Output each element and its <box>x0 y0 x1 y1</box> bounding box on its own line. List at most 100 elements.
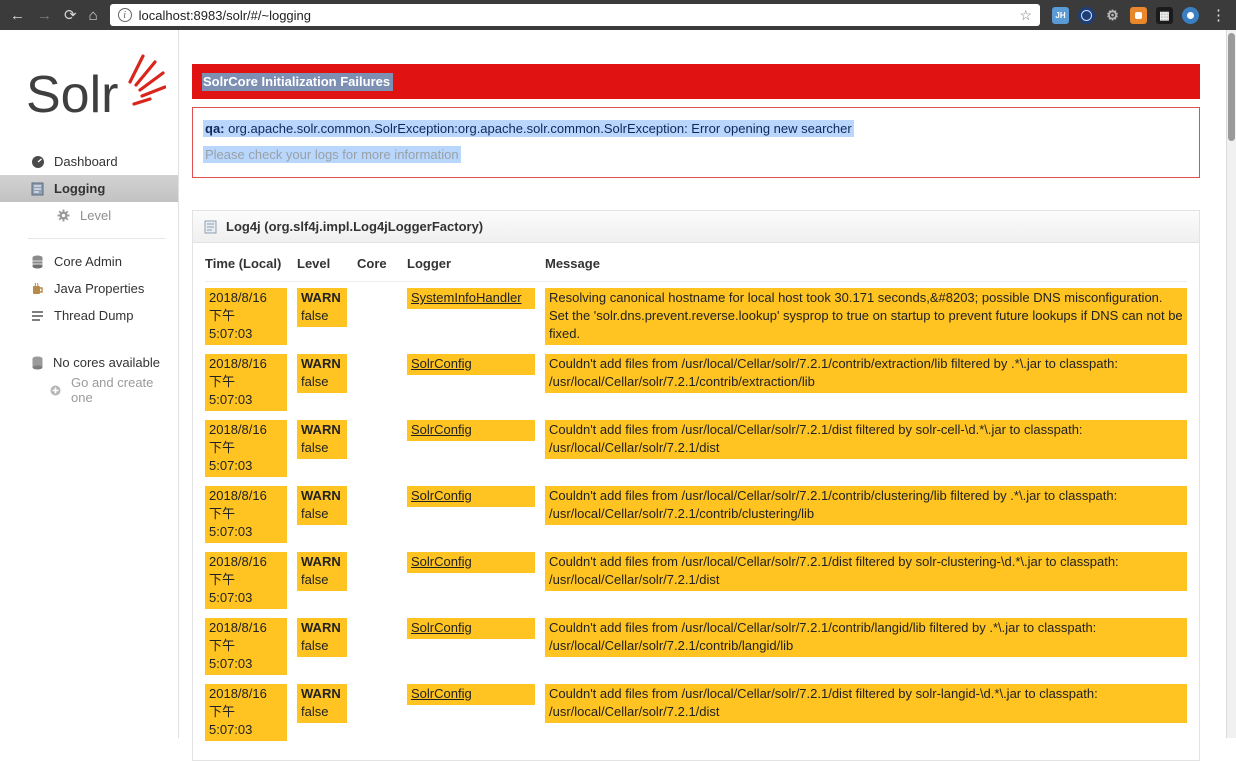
core-name: qa: <box>205 121 225 136</box>
url-text[interactable]: localhost:8983/solr/#/~logging <box>139 8 311 23</box>
log-row: 2018/8/16下午5:07:03 WARNfalse SystemInfoH… <box>205 288 1187 345</box>
log-message: Couldn't add files from /usr/local/Cella… <box>545 354 1187 393</box>
solr-logo-rays <box>130 56 165 104</box>
log-core <box>357 486 397 543</box>
log-core <box>357 684 397 741</box>
log-row: 2018/8/16下午5:07:03 WARNfalse SolrConfig … <box>205 684 1187 741</box>
logging-panel: Log4j (org.slf4j.impl.Log4jLoggerFactory… <box>192 210 1200 761</box>
sidebar-item-label: Thread Dump <box>54 308 133 323</box>
browser-menu-icon[interactable]: ⋮ <box>1211 6 1226 24</box>
log-message: Resolving canonical hostname for local h… <box>545 288 1187 345</box>
sidebar-item-thread-dump[interactable]: Thread Dump <box>0 302 178 329</box>
solr-logo[interactable]: Solr <box>0 52 178 130</box>
level-gear-icon <box>56 208 71 223</box>
extension-gear-icon[interactable]: ⚙ <box>1104 7 1121 24</box>
log4j-icon <box>203 219 218 234</box>
log-level: WARNfalse <box>297 486 347 525</box>
sidebar-item-level[interactable]: Level <box>0 202 178 229</box>
log-row: 2018/8/16下午5:07:03 WARNfalse SolrConfig … <box>205 486 1187 543</box>
log-message: Couldn't add files from /usr/local/Cella… <box>545 684 1187 723</box>
go-create-core-link[interactable]: Go and create one <box>30 375 178 405</box>
no-cores-section: No cores available Go and create one <box>0 355 178 405</box>
address-bar[interactable]: i localhost:8983/solr/#/~logging ☆ <box>110 4 1040 26</box>
sidebar-item-core-admin[interactable]: Core Admin <box>0 248 178 275</box>
log-logger-link[interactable]: SolrConfig <box>411 686 472 701</box>
log-logger-link[interactable]: SolrConfig <box>411 554 472 569</box>
log-row: 2018/8/16下午5:07:03 WARNfalse SolrConfig … <box>205 552 1187 609</box>
log-row: 2018/8/16下午5:07:03 WARNfalse SolrConfig … <box>205 354 1187 411</box>
sidebar-nav: Dashboard Logging Level Core Admin <box>0 148 178 329</box>
exception-line: qa: org.apache.solr.common.SolrException… <box>203 121 1189 136</box>
log-time: 2018/8/16下午5:07:03 <box>205 552 287 609</box>
sidebar-item-dashboard[interactable]: Dashboard <box>0 148 178 175</box>
log-level: WARNfalse <box>297 684 347 723</box>
thread-dump-icon <box>30 308 45 323</box>
sidebar-item-label: Level <box>80 208 111 223</box>
extension-qr-icon[interactable]: ▦ <box>1156 7 1173 24</box>
bookmark-star-icon[interactable]: ☆ <box>1019 7 1032 24</box>
reload-icon[interactable]: ⟳ <box>64 8 77 23</box>
log-table-header: Time (Local) Level Core Logger Message <box>205 245 1187 282</box>
sidebar-divider <box>28 238 166 239</box>
no-cores-message: No cores available <box>30 355 178 370</box>
log-level: WARNfalse <box>297 618 347 657</box>
browser-toolbar: ← → ⟳ ⌂ i localhost:8983/solr/#/~logging… <box>0 0 1236 30</box>
extension-jh-icon[interactable]: JH <box>1052 7 1069 24</box>
log-logger-link[interactable]: SolrConfig <box>411 620 472 635</box>
log-time: 2018/8/16下午5:07:03 <box>205 486 287 543</box>
sidebar-item-label: Logging <box>54 181 105 196</box>
sidebar-item-logging[interactable]: Logging <box>0 175 178 202</box>
log-level: WARNfalse <box>297 552 347 591</box>
log-message: Couldn't add files from /usr/local/Cella… <box>545 486 1187 525</box>
logging-icon <box>30 181 45 196</box>
extension-globe-icon[interactable] <box>1078 7 1095 24</box>
sidebar-item-label: Java Properties <box>54 281 144 296</box>
core-admin-icon <box>30 254 45 269</box>
logging-panel-title: Log4j (org.slf4j.impl.Log4jLoggerFactory… <box>226 219 483 234</box>
init-failures-detail: qa: org.apache.solr.common.SolrException… <box>192 107 1200 178</box>
log-core <box>357 618 397 675</box>
sidebar-item-java-properties[interactable]: Java Properties <box>0 275 178 302</box>
col-time: Time (Local) <box>205 255 287 273</box>
sidebar-item-label: Dashboard <box>54 154 118 169</box>
log-message: Couldn't add files from /usr/local/Cella… <box>545 552 1187 591</box>
sidebar: Solr Dashboard <box>0 30 179 738</box>
log-logger-link[interactable]: SolrConfig <box>411 422 472 437</box>
extension-blue-icon[interactable] <box>1182 7 1199 24</box>
home-icon[interactable]: ⌂ <box>89 8 98 23</box>
scrollbar-thumb[interactable] <box>1228 33 1235 141</box>
col-level: Level <box>297 255 347 273</box>
log-logger-link[interactable]: SolrConfig <box>411 356 472 371</box>
log-time: 2018/8/16下午5:07:03 <box>205 354 287 411</box>
col-message: Message <box>545 255 1187 273</box>
add-core-icon <box>48 383 63 398</box>
log-row: 2018/8/16下午5:07:03 WARNfalse SolrConfig … <box>205 618 1187 675</box>
extensions-area: JH ⚙ ▦ <box>1052 7 1199 24</box>
sidebar-item-label: Core Admin <box>54 254 122 269</box>
log-logger-link[interactable]: SystemInfoHandler <box>411 290 522 305</box>
extension-orange-icon[interactable] <box>1130 7 1147 24</box>
page-info-icon[interactable]: i <box>118 8 132 22</box>
log-time: 2018/8/16下午5:07:03 <box>205 618 287 675</box>
forward-icon[interactable]: → <box>37 8 52 23</box>
log-level: WARNfalse <box>297 420 347 459</box>
back-icon[interactable]: ← <box>10 8 25 23</box>
col-logger: Logger <box>407 255 535 273</box>
solr-logo-text: Solr <box>26 66 118 124</box>
java-properties-icon <box>30 281 45 296</box>
col-core: Core <box>357 255 397 273</box>
log-message: Couldn't add files from /usr/local/Cella… <box>545 618 1187 657</box>
log-message: Couldn't add files from /usr/local/Cella… <box>545 420 1187 459</box>
log-core <box>357 420 397 477</box>
logging-panel-header: Log4j (org.slf4j.impl.Log4jLoggerFactory… <box>193 211 1199 243</box>
init-failures-banner: SolrCore Initialization Failures <box>192 64 1200 99</box>
log-time: 2018/8/16下午5:07:03 <box>205 420 287 477</box>
log-core <box>357 552 397 609</box>
check-logs-hint: Please check your logs for more informat… <box>203 147 1189 162</box>
log-logger-link[interactable]: SolrConfig <box>411 488 472 503</box>
log-level: WARNfalse <box>297 288 347 327</box>
log-time: 2018/8/16下午5:07:03 <box>205 684 287 741</box>
dashboard-icon <box>30 154 45 169</box>
log-core <box>357 354 397 411</box>
log-row: 2018/8/16下午5:07:03 WARNfalse SolrConfig … <box>205 420 1187 477</box>
